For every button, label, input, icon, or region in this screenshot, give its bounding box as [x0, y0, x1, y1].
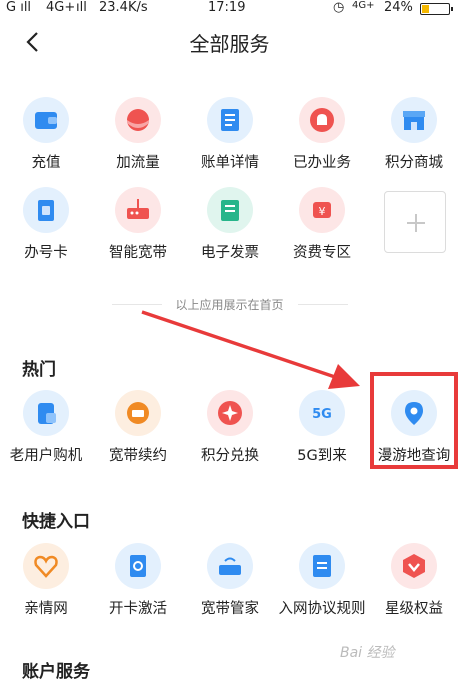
- service-item[interactable]: 积分商城: [368, 97, 459, 172]
- service-label: 电子发票: [201, 245, 259, 261]
- service-item[interactable]: 加流量: [92, 97, 184, 172]
- service-label: 加流量: [116, 155, 160, 171]
- svg-text:5G: 5G: [312, 407, 332, 422]
- service-label: 老用户购机: [9, 448, 83, 464]
- service-label: 宽带续约: [109, 448, 167, 464]
- service-label: 开卡激活: [109, 601, 167, 617]
- yen-icon: ¥: [299, 187, 345, 233]
- highlight-box: [370, 372, 458, 469]
- service-label: 积分兑换: [201, 448, 259, 464]
- service-label: 资费专区: [293, 245, 351, 261]
- service-item[interactable]: 星级权益: [368, 543, 459, 618]
- section-title-hot: 热门: [22, 360, 56, 380]
- data-icon: [115, 97, 161, 143]
- service-item[interactable]: 账单详情: [184, 97, 276, 172]
- service-label: 已办业务: [293, 155, 351, 171]
- network-type: 4G+: [46, 0, 76, 15]
- bill-icon: [207, 97, 253, 143]
- service-item[interactable]: 办号卡: [0, 187, 92, 262]
- service-label: 积分商城: [385, 155, 443, 171]
- sim-icon: [23, 187, 69, 233]
- service-item[interactable]: ¥ 资费专区: [276, 187, 368, 262]
- router-manage-icon: [207, 543, 253, 589]
- clock: 17:19: [208, 0, 246, 15]
- service-item[interactable]: 亲情网: [0, 543, 92, 618]
- service-item[interactable]: 宽带续约: [92, 390, 184, 465]
- service-item[interactable]: 入网协议规则: [276, 543, 368, 618]
- service-item[interactable]: 5G 5G到来: [276, 390, 368, 465]
- bell-icon: [299, 97, 345, 143]
- svg-text:¥: ¥: [319, 205, 326, 218]
- service-item[interactable]: 积分兑换: [184, 390, 276, 465]
- signal-icon-2: ıll: [76, 0, 87, 15]
- agreement-icon: [299, 543, 345, 589]
- service-item[interactable]: 充值: [0, 97, 92, 172]
- service-label: 5G到来: [297, 448, 347, 464]
- network-speed: 23.4K/s: [99, 0, 148, 15]
- 5g-icon: 5G: [299, 390, 345, 436]
- page-title: 全部服务: [189, 32, 270, 56]
- battery-icon: [420, 3, 453, 15]
- service-label: 入网协议规则: [278, 601, 366, 617]
- add-app-button[interactable]: [384, 191, 446, 253]
- shop-icon: [391, 97, 437, 143]
- section-title-account: 账户服务: [22, 662, 90, 682]
- badge-icon: [391, 543, 437, 589]
- service-label: 办号卡: [24, 245, 68, 261]
- star-icon: [207, 390, 253, 436]
- phone-bag-icon: [23, 390, 69, 436]
- service-item[interactable]: 电子发票: [184, 187, 276, 262]
- service-label: 充值: [31, 155, 61, 171]
- service-item[interactable]: 智能宽带: [92, 187, 184, 262]
- card-activate-icon: [115, 543, 161, 589]
- battery-level: [422, 5, 429, 13]
- watermark: Bai 经验: [340, 645, 395, 661]
- heart-icon: [23, 543, 69, 589]
- service-item[interactable]: 开卡激活: [92, 543, 184, 618]
- router-icon: [115, 187, 161, 233]
- signal-icon: G ıll: [6, 0, 32, 15]
- service-item[interactable]: 已办业务: [276, 97, 368, 172]
- alarm-icon: ◷: [333, 0, 345, 15]
- battery-percent: 24%: [384, 0, 413, 15]
- divider-text: 以上应用展示在首页: [175, 298, 284, 312]
- broadband-icon: [115, 390, 161, 436]
- service-label: 宽带管家: [201, 601, 259, 617]
- receipt-icon: [207, 187, 253, 233]
- nav-bar: 全部服务: [0, 22, 459, 62]
- network-type-2: 4G+: [352, 0, 375, 11]
- service-label: 星级权益: [385, 601, 443, 617]
- wallet-icon: [23, 97, 69, 143]
- service-label: 账单详情: [201, 155, 259, 171]
- section-title-shortcuts: 快捷入口: [22, 512, 90, 532]
- status-bar: G ıll 4G+ ıll 23.4K/s 17:19 ◷ 4G+ 24%: [0, 0, 459, 18]
- service-item[interactable]: 老用户购机: [0, 390, 92, 465]
- service-label: 亲情网: [24, 601, 68, 617]
- service-item[interactable]: 宽带管家: [184, 543, 276, 618]
- service-label: 智能宽带: [109, 245, 167, 261]
